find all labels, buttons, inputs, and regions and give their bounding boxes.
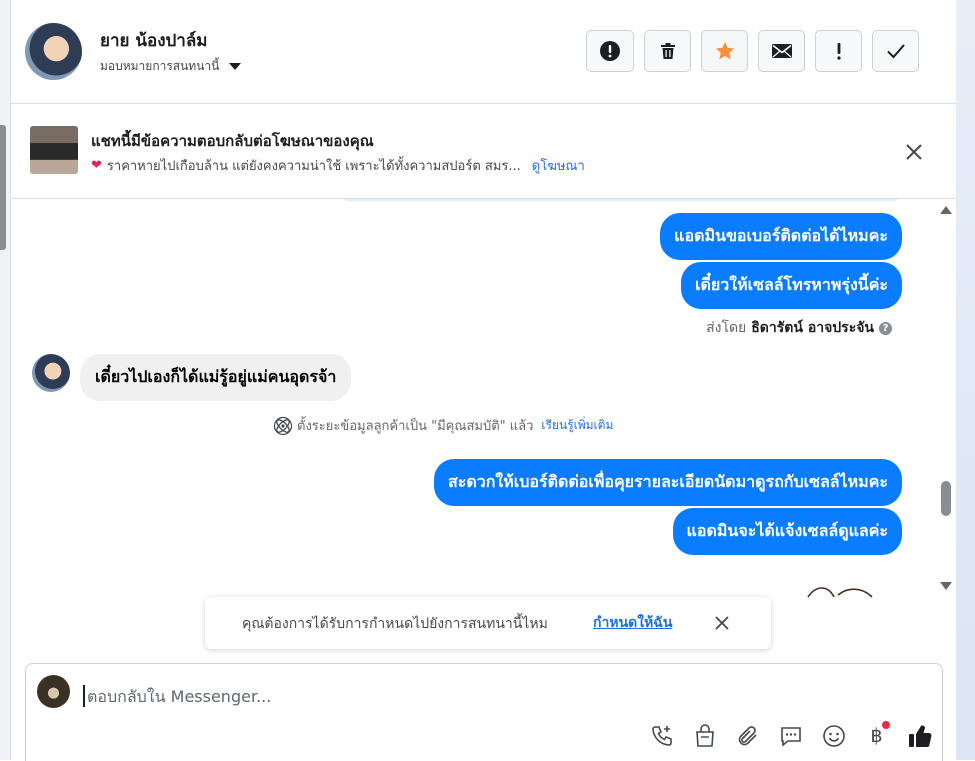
outgoing-message[interactable]: สะดวกให้เบอร์ติดต่อเพื่อคุยรายละเอียดนัด… <box>433 459 902 506</box>
scroll-up-arrow[interactable] <box>940 206 952 214</box>
page-avatar <box>37 675 70 708</box>
assign-label: มอบหมายการสนทนานี้ <box>100 59 220 73</box>
contact-name[interactable]: ยาย น้องปาล์ม <box>100 27 207 54</box>
sent-by-name: ธิดารัตน์ อาจประจัน <box>751 320 874 336</box>
caret-down-icon <box>229 63 242 70</box>
thumbs-up-icon <box>908 725 931 747</box>
learn-more-link[interactable]: เรียนรู้เพิ่มเติม <box>541 416 613 435</box>
shopping-bag-icon <box>695 723 714 747</box>
left-panel-edge <box>0 0 11 760</box>
assign-conversation-dropdown[interactable]: มอบหมายการสนทนานี้ <box>100 57 242 76</box>
sticker-partial <box>807 587 873 598</box>
contact-avatar-small[interactable] <box>32 354 70 392</box>
reply-composer: ฿ <box>25 663 943 761</box>
star-icon <box>715 41 734 60</box>
outgoing-message[interactable]: แอดมินจะได้แจ้งเซลล์ดูแลค่ะ <box>672 508 902 555</box>
chat-bubble-icon <box>780 726 801 747</box>
system-message: ตั้งระยะข้อมูลลูกค้าเป็น "มีคุณสมบัติ" แ… <box>273 415 613 436</box>
reply-input[interactable] <box>83 685 689 707</box>
alert-octagon-icon <box>600 41 620 61</box>
star-button[interactable] <box>701 30 748 72</box>
call-button[interactable] <box>647 721 676 750</box>
sent-by-label: ส่งโดย ธิดารัตน์ อาจประจัน ? <box>706 317 892 339</box>
toast-text: คุณต้องการได้รับการกำหนดไปยังการสนทนานี้… <box>242 616 548 632</box>
mark-done-button[interactable] <box>872 30 919 72</box>
system-message-text: ตั้งระยะข้อมูลลูกค้าเป็น "มีคุณสมบัติ" แ… <box>297 419 534 434</box>
sent-by-prefix: ส่งโดย <box>706 320 747 336</box>
incoming-message[interactable]: เดี๋ยวไปเองก็ได้แม่รู้อยู่แม่คนอุดรจ้า <box>80 354 352 401</box>
ad-reply-banner: แชทนี้มีข้อความตอบกลับต่อโฆษณาของคุณ ❤ ร… <box>11 104 956 199</box>
like-button[interactable] <box>905 721 934 750</box>
saved-replies-button[interactable] <box>776 721 805 750</box>
envelope-icon <box>771 44 792 58</box>
phone-plus-icon <box>651 725 672 746</box>
message-scrollbar-thumb[interactable] <box>941 481 951 516</box>
atom-icon <box>273 416 293 435</box>
ad-thumbnail[interactable] <box>30 126 78 174</box>
conversation-panel: ยาย น้องปาล์ม มอบหมายการสนทนานี้ แชทนี้ม… <box>11 0 956 761</box>
follow-up-button[interactable] <box>815 30 862 72</box>
outgoing-message[interactable]: แอดมินขอเบอร์ติดต่อได้ไหมคะ <box>660 213 902 260</box>
right-panel-edge <box>956 0 975 760</box>
checkmark-icon <box>886 44 905 59</box>
assign-to-me-link[interactable]: กำหนดให้ฉัน <box>593 612 672 634</box>
exclamation-icon <box>836 43 841 60</box>
close-icon[interactable] <box>714 615 730 631</box>
left-scroll-handle[interactable] <box>0 125 6 250</box>
mark-unread-button[interactable] <box>758 30 805 72</box>
ad-snippet: ราคาหายไปเกือบล้าน แต่ยังคงความน่าใช้ เพ… <box>106 159 521 174</box>
paperclip-icon <box>738 725 757 745</box>
ad-snippet-line: ❤ ราคาหายไปเกือบล้าน แต่ยังคงความน่าใช้ … <box>91 155 585 176</box>
trash-icon <box>660 43 675 59</box>
previous-message-edge <box>341 199 901 201</box>
heart-icon: ❤ <box>91 158 102 173</box>
payment-button[interactable]: ฿ <box>862 721 891 750</box>
assign-to-me-toast: คุณต้องการได้รับการกำหนดไปยังการสนทนานี้… <box>205 597 771 649</box>
conversation-header: ยาย น้องปาล์ม มอบหมายการสนทนานี้ <box>11 0 956 104</box>
help-icon[interactable]: ? <box>879 321 892 335</box>
header-action-buttons <box>586 30 919 72</box>
view-ad-link[interactable]: ดูโฆษณา <box>532 155 585 176</box>
baht-icon: ฿ <box>870 724 883 747</box>
emoji-button[interactable] <box>819 721 848 750</box>
composer-tools: ฿ <box>647 721 934 750</box>
outgoing-message[interactable]: เดี๋ยวให้เซลล์โทรหาพรุ่งนี้ค่ะ <box>681 262 902 309</box>
contact-avatar[interactable] <box>25 23 82 80</box>
mark-spam-button[interactable] <box>586 30 634 72</box>
scroll-down-arrow[interactable] <box>940 582 952 590</box>
ad-banner-title: แชทนี้มีข้อความตอบกลับต่อโฆษณาของคุณ <box>91 132 374 150</box>
delete-button[interactable] <box>644 30 691 72</box>
notification-dot <box>882 721 890 729</box>
attach-button[interactable] <box>733 721 762 750</box>
smiley-icon <box>822 724 845 747</box>
shop-button[interactable] <box>690 721 719 750</box>
message-list[interactable]: แอดมินขอเบอร์ติดต่อได้ไหมคะ เดี๋ยวให้เซล… <box>11 199 946 597</box>
close-icon[interactable] <box>904 142 924 162</box>
